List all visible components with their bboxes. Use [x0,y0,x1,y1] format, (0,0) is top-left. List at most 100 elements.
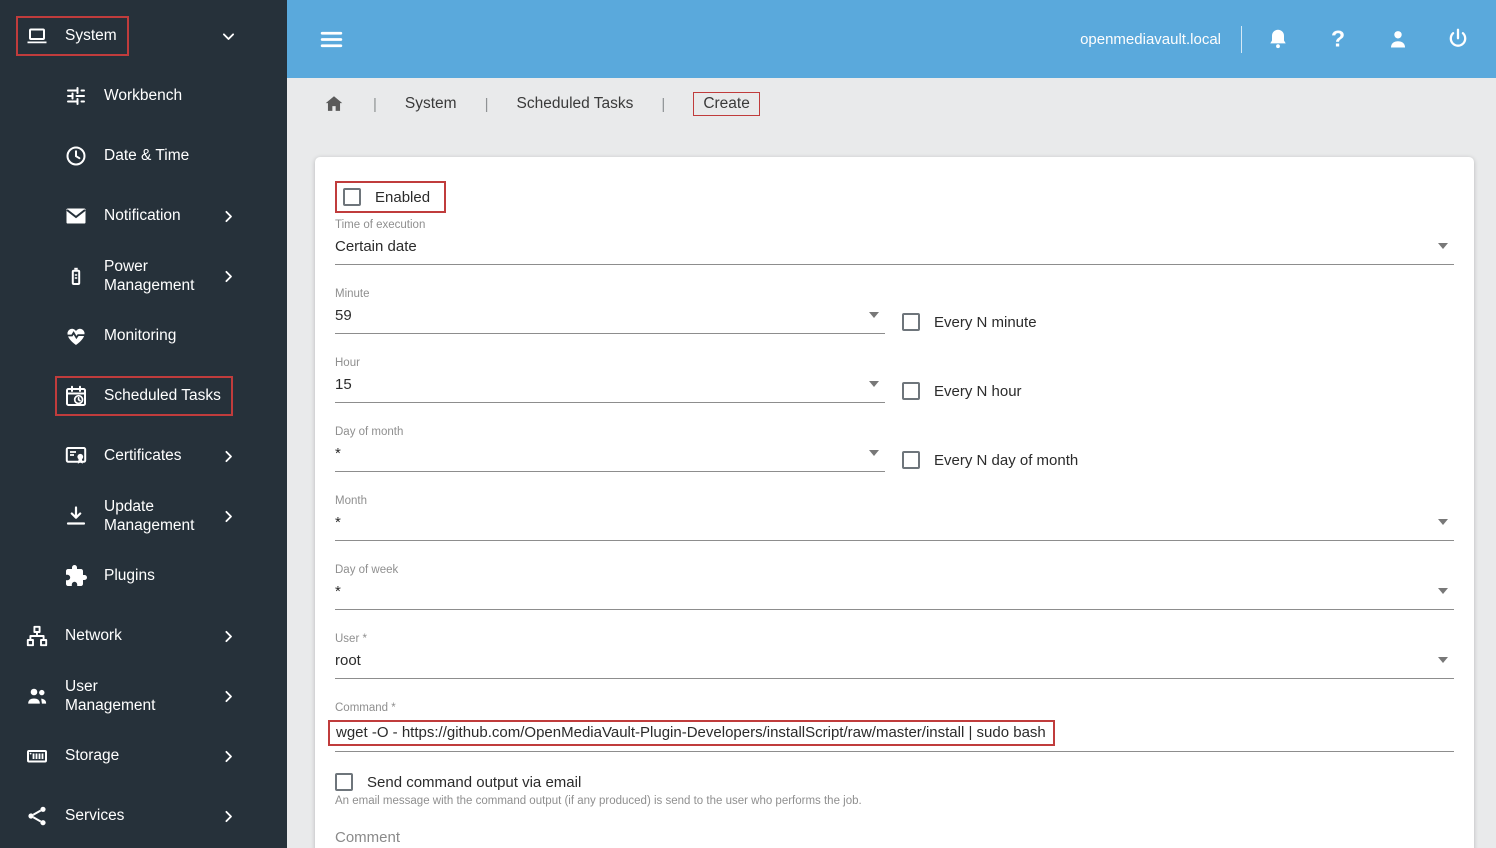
download-icon [64,504,88,528]
chevron-right-icon [220,448,237,465]
user-select[interactable]: root [335,651,1454,679]
dropdown-caret-icon [1438,588,1448,594]
menu-icon[interactable] [319,27,344,52]
every-n-hour-checkbox[interactable] [902,382,920,400]
mail-icon [64,204,88,228]
every-n-minute-row: Every N minute [902,313,1037,331]
sidebar-item-workbench[interactable]: Workbench [0,66,287,126]
breadcrumb: | System | Scheduled Tasks | Create [287,78,1496,130]
every-n-minute-label: Every N minute [934,313,1037,331]
certificate-icon [64,444,88,468]
time-of-execution-field: Time of execution Certain date [335,219,1454,265]
command-value: wget -O - https://github.com/OpenMediaVa… [336,724,1046,741]
command-label: Command * [335,702,396,714]
annotation-box: Scheduled Tasks [55,376,233,416]
send-email-checkbox[interactable] [335,773,353,791]
sidebar-item-scheduled-tasks[interactable]: Scheduled Tasks [0,366,287,426]
chevron-right-icon [220,208,237,225]
sidebar-item-system[interactable]: System [0,6,287,66]
minute-field: Minute 59 [335,288,885,334]
create-task-form: Enabled Time of execution Certain date M… [315,157,1474,848]
sidebar-item-storage[interactable]: Storage [0,726,287,786]
breadcrumb-item-system[interactable]: System [405,95,457,113]
sidebar-item-label: Update Management [104,497,195,534]
sidebar-item-certificates[interactable]: Certificates [0,426,287,486]
send-email-label: Send command output via email [367,773,582,791]
sidebar: System Workbench Date & Time Notification Po… [0,0,287,848]
sidebar-item-plugins[interactable]: Plugins [0,546,287,606]
hostname: openmediavault.local [1080,30,1221,48]
day-of-month-select[interactable]: * [335,444,885,472]
breadcrumb-separator: | [373,95,377,113]
sidebar-item-main: Storage [25,744,119,768]
month-select[interactable]: * [335,513,1454,541]
sidebar-item-date-time[interactable]: Date & Time [0,126,287,186]
user-label: User * [335,633,367,645]
sidebar-item-label: Services [65,807,125,825]
share-icon [25,804,49,828]
help-icon[interactable]: ? [1326,27,1350,51]
enabled-checkbox[interactable] [343,188,361,206]
puzzle-icon [64,564,88,588]
every-n-day-of-month-row: Every N day of month [902,451,1078,469]
sidebar-item-update-management[interactable]: Update Management [0,486,287,546]
day-of-week-label: Day of week [335,564,399,576]
command-field: Command * wget -O - https://github.com/O… [328,702,1454,752]
sidebar-item-main: User Management [25,677,183,716]
every-n-day-of-month-checkbox[interactable] [902,451,920,469]
day-of-month-label: Day of month [335,426,404,438]
bell-icon[interactable] [1266,27,1290,51]
sidebar-item-power-management[interactable]: Power Management [0,246,287,306]
calendar-clock-icon [64,384,88,408]
sidebar-item-main: Network [25,624,122,648]
dropdown-caret-icon [869,381,879,387]
topbar-right: openmediavault.local ? [1080,25,1474,53]
every-n-minute-checkbox[interactable] [902,313,920,331]
sidebar-item-label: Certificates [104,447,182,465]
minute-row: Minute 59 Every N minute [335,288,1454,334]
month-value: * [335,513,341,531]
person-icon[interactable] [1386,27,1410,51]
minute-select[interactable]: 59 [335,306,885,334]
day-of-month-row: Day of month * Every N day of month [335,426,1454,472]
power-icon[interactable] [1446,27,1470,51]
clock-icon [64,144,88,168]
annotation-box: Enabled [335,181,447,213]
topbar-divider [1241,25,1242,53]
sidebar-item-label: Network [65,627,122,645]
chevron-right-icon [220,268,237,285]
user-value: root [335,651,361,669]
hour-select[interactable]: 15 [335,375,885,403]
sidebar-item-services[interactable]: Services [0,786,287,846]
sidebar-item-label: Plugins [104,567,155,585]
breadcrumb-separator: | [661,95,666,113]
dropdown-caret-icon [869,450,879,456]
sidebar-item-label: Scheduled Tasks [104,387,221,405]
comment-field: Comment [335,829,1454,848]
sidebar-item-notification[interactable]: Notification [0,186,287,246]
chevron-right-icon [220,808,237,825]
home-icon[interactable] [323,93,345,115]
heart-pulse-icon [64,324,88,348]
send-email-hint: An email message with the command output… [335,795,862,807]
sidebar-item-main: Power Management [64,257,220,296]
sidebar-item-network[interactable]: Network [0,606,287,666]
enabled-label: Enabled [375,188,431,206]
time-of-execution-label: Time of execution [335,219,426,231]
minute-value: 59 [335,306,352,324]
sidebar-item-label: Workbench [104,87,183,105]
sidebar-item-monitoring[interactable]: Monitoring [0,306,287,366]
sidebar-item-main: Certificates [64,444,182,468]
sidebar-item-user-management[interactable]: User Management [0,666,287,726]
command-input[interactable]: wget -O - https://github.com/OpenMediaVa… [328,720,1454,752]
day-of-week-select[interactable]: * [335,582,1454,610]
breadcrumb-item-scheduled-tasks[interactable]: Scheduled Tasks [517,95,634,113]
time-of-execution-value: Certain date [335,237,417,255]
sidebar-item-main: Monitoring [64,324,176,348]
day-of-month-value: * [335,444,341,462]
breadcrumb-item-create: Create [693,92,760,116]
time-of-execution-select[interactable]: Certain date [335,237,1454,265]
sidebar-item-label: Monitoring [104,327,177,345]
dropdown-caret-icon [1438,243,1448,249]
sliders-icon [64,84,88,108]
